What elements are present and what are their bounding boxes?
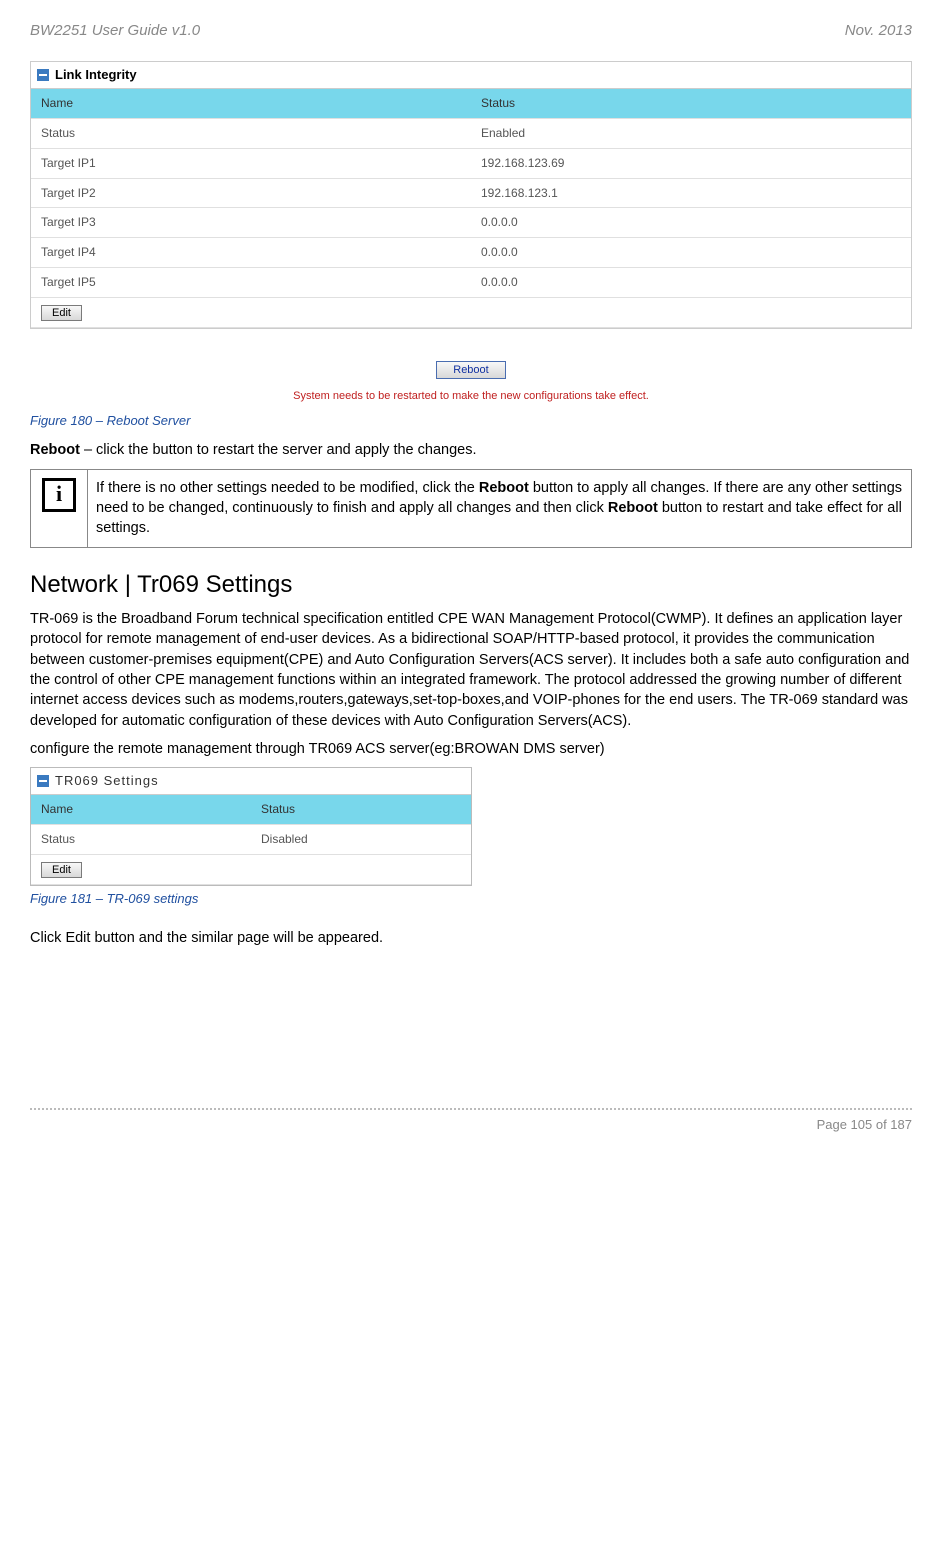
header-left: BW2251 User Guide v1.0 [30,20,200,41]
page-number: Page 105 of 187 [30,1116,912,1134]
section-heading: Network | Tr069 Settings [30,568,912,602]
click-edit-line: Click Edit button and the similar page w… [30,928,912,948]
edit-button[interactable]: Edit [41,862,82,878]
edit-button[interactable]: Edit [41,305,82,321]
figure-180-caption: Figure 180 – Reboot Server [30,412,912,430]
col-name: Name [31,89,471,118]
table-row: Target IP50.0.0.0 [31,267,911,297]
table-header-row: Name Status [31,795,471,824]
link-integrity-panel: Link Integrity Name Status StatusEnabled… [30,61,912,329]
tr069-config-line: configure the remote management through … [30,739,912,759]
reboot-description: Reboot – click the button to restart the… [30,440,912,460]
table-row: Target IP2192.168.123.1 [31,178,911,208]
table-row: Status Disabled [31,825,471,855]
info-icon: i [42,478,76,512]
tr069-title-bar: TR069 Settings [31,768,471,795]
link-integrity-table: Name Status StatusEnabled Target IP1192.… [31,89,911,328]
link-integrity-title: Link Integrity [55,66,137,84]
reboot-button[interactable]: Reboot [436,361,505,379]
tr069-paragraph: TR-069 is the Broadband Forum technical … [30,609,912,731]
info-note: i If there is no other settings needed t… [30,469,912,548]
col-status: Status [471,89,911,118]
reboot-area: Reboot [30,359,912,379]
tr069-panel: TR069 Settings Name Status Status Disabl… [30,767,472,886]
footer-divider [30,1108,912,1110]
table-row: Target IP1192.168.123.69 [31,148,911,178]
edit-row: Edit [31,297,911,327]
table-row: Target IP30.0.0.0 [31,208,911,238]
collapse-icon[interactable] [37,69,49,81]
info-text: If there is no other settings needed to … [88,469,912,547]
edit-row: Edit [31,854,471,884]
restart-message: System needs to be restarted to make the… [30,389,912,404]
col-status: Status [251,795,471,824]
page-header: BW2251 User Guide v1.0 Nov. 2013 [30,20,912,41]
table-row: StatusEnabled [31,118,911,148]
tr069-table: Name Status Status Disabled Edit [31,795,471,885]
table-header-row: Name Status [31,89,911,118]
table-row: Target IP40.0.0.0 [31,238,911,268]
header-right: Nov. 2013 [845,20,912,41]
reboot-label: Reboot [30,442,80,458]
collapse-icon[interactable] [37,775,49,787]
tr069-title: TR069 Settings [55,772,159,790]
info-icon-cell: i [31,469,88,547]
link-integrity-title-bar: Link Integrity [31,62,911,89]
figure-181-caption: Figure 181 – TR-069 settings [30,890,912,908]
col-name: Name [31,795,251,824]
